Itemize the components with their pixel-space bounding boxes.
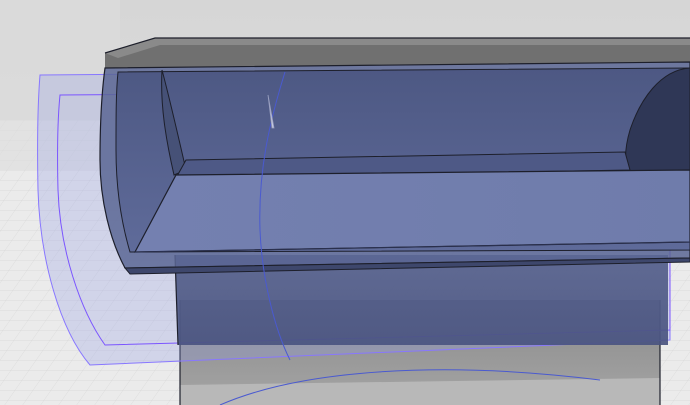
cad-model-scene[interactable] bbox=[0, 0, 690, 405]
3d-viewport[interactable] bbox=[0, 0, 690, 405]
front-plate[interactable] bbox=[133, 169, 690, 253]
